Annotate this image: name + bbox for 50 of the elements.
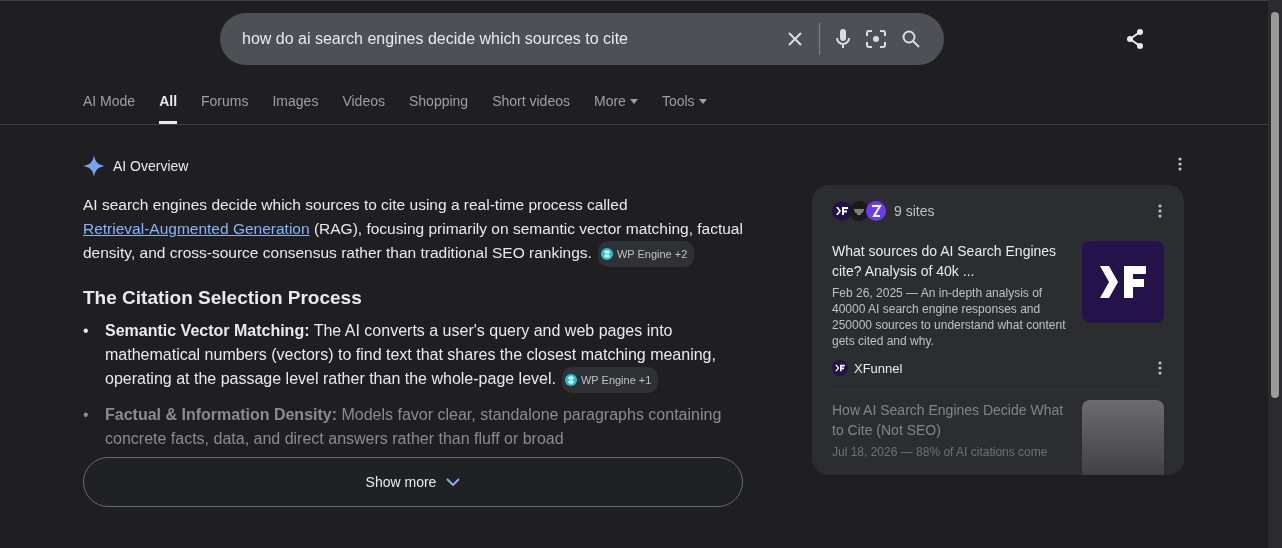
more-options-button[interactable] xyxy=(1176,155,1184,173)
site-logo-icon xyxy=(866,201,886,221)
overview-title: AI Overview xyxy=(113,158,189,174)
search-icon xyxy=(902,30,920,48)
search-field[interactable]: how do ai search engines decide which sources to cite xyxy=(240,29,775,49)
result-title-link[interactable]: What sources do AI Search Engines cite? Analysis of 40k ... xyxy=(832,241,1066,281)
search-tab[interactable]: Shopping xyxy=(408,87,469,124)
search-bar[interactable]: how do ai search engines decide which sources to cite xyxy=(220,13,944,65)
search-tab[interactable]: Videos xyxy=(342,87,385,124)
search-tab[interactable]: All xyxy=(159,87,178,124)
site-name: XFunnel xyxy=(854,360,904,376)
show-more-button[interactable]: Show more xyxy=(83,457,743,507)
source-chip[interactable]: WP Engine +1 xyxy=(561,367,659,393)
sites-count: 9 sites xyxy=(894,203,936,219)
scrollbar-thumb[interactable] xyxy=(1271,12,1279,398)
section-heading: The Citation Selection Process xyxy=(83,287,363,309)
result-title-link[interactable]: How AI Search Engines Decide What to Cite (Not SEO) xyxy=(832,400,1066,440)
result-snippet: Jul 18, 2026 — 88% of AI citations come xyxy=(832,444,1049,460)
close-icon xyxy=(787,31,803,47)
result-snippet: Feb 26, 2025 — An in-depth analysis of 40000 AI search engine responses and 250000 sources to understand what content gets cited and why. xyxy=(832,285,1066,349)
caret-icon xyxy=(629,98,638,104)
globe-icon xyxy=(600,248,613,260)
search-tab[interactable]: AI Mode xyxy=(83,87,136,124)
bullet-marker: • xyxy=(83,405,90,425)
more-options-icon xyxy=(1158,204,1162,218)
more-options-button[interactable] xyxy=(1156,359,1164,377)
more-options-icon xyxy=(1158,361,1162,375)
site-favicon-icon xyxy=(832,360,848,376)
site-logo-icon xyxy=(849,201,869,221)
chevron-down-icon xyxy=(446,478,461,486)
sparkle-icon xyxy=(83,155,105,177)
retrieval-augmented-generation-link[interactable]: Retrieval-Augmented Generation xyxy=(83,220,310,237)
globe-icon xyxy=(564,374,577,386)
site-logo-icon xyxy=(832,201,852,221)
more-options-icon xyxy=(1178,157,1182,171)
microphone-icon xyxy=(836,29,850,49)
caret-icon xyxy=(698,98,707,104)
search-tab[interactable]: Images xyxy=(272,87,319,124)
overview-paragraph: AI search engines decide which sources to cite using a real-time process called Retrieval-Augmented Generation (RAG), focusing primarily on semantic vector matching, factual density, and cross-source consensus rather than traditional SEO rankings. WP Engine +2 xyxy=(83,193,743,267)
bullet-item: Factual & Information Density: Models favor clear, standalone paragraphs containing concrete facts, data, and direct answers rather than fluff or broad xyxy=(105,405,723,449)
bullet-item: Semantic Vector Matching: The AI converts a user's query and web pages into mathematical numbers (vectors) to find text that shares the closest matching meaning, operating at the passage level rather than the whole-page level. WP Engine +1 xyxy=(105,319,743,393)
share-icon xyxy=(1126,29,1144,49)
search-tab[interactable]: Tools xyxy=(661,87,707,124)
source-chip[interactable]: WP Engine +2 xyxy=(597,241,695,267)
search-tab[interactable]: More xyxy=(593,87,638,124)
search-tab[interactable]: Short videos xyxy=(492,87,570,124)
bullet-marker: • xyxy=(83,321,90,341)
more-options-button[interactable] xyxy=(1156,202,1164,220)
camera-icon xyxy=(866,30,886,48)
search-tab[interactable]: Forums xyxy=(201,87,249,124)
